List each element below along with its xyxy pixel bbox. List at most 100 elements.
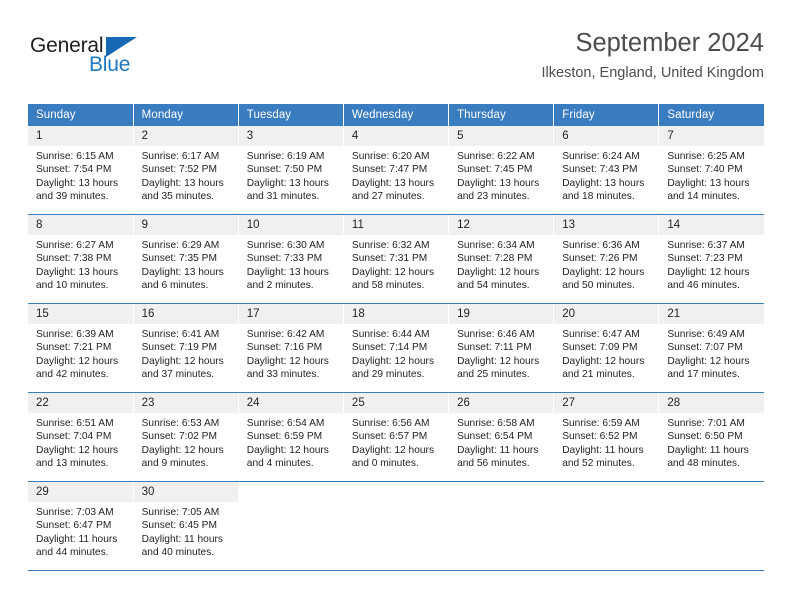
calendar-day-cell[interactable]: 29 Sunrise: 7:03 AM Sunset: 6:47 PM Dayligh… [28,481,134,571]
sunrise-time: Sunrise: 6:25 AM [667,151,745,162]
calendar-day-cell[interactable]: 13 Sunrise: 6:36 AM Sunset: 7:26 PM Dayligh… [553,214,660,304]
day-number [238,482,343,502]
daylight-duration-line1: Daylight: 13 hours [141,266,224,278]
calendar-day-cell[interactable]: 15 Sunrise: 6:39 AM Sunset: 7:21 PM Dayligh… [28,303,134,393]
page-title: September 2024 [575,29,764,57]
sunset-time: Sunset: 7:31 PM [351,253,428,265]
day-details: Sunrise: 6:22 AM Sunset: 7:45 PM Daylight:… [449,146,553,204]
sunrise-time: Sunrise: 6:41 AM [141,329,220,340]
sunrise-time: Sunrise: 6:20 AM [351,151,430,162]
calendar-day-cell[interactable]: 10 Sunrise: 6:30 AM Sunset: 7:33 PM Dayligh… [238,214,344,304]
daylight-duration-line1: Daylight: 12 hours [457,266,540,278]
calendar-day-cell[interactable]: 23 Sunrise: 6:53 AM Sunset: 7:02 PM Dayligh… [133,392,239,482]
daylight-duration-line2: and 37 minutes. [141,369,215,381]
calendar-day-cell[interactable]: 27 Sunrise: 6:59 AM Sunset: 6:52 PM Dayligh… [553,392,660,482]
sunset-time: Sunset: 7:50 PM [246,164,323,176]
daylight-duration-line1: Daylight: 12 hours [351,266,435,278]
sunrise-time: Sunrise: 6:59 AM [562,418,640,429]
calendar-day-cell[interactable]: 1 Sunrise: 6:15 AM Sunset: 7:54 PM Daylight… [28,126,134,215]
day-details: Sunrise: 7:01 AM Sunset: 6:50 PM Daylight:… [659,413,764,471]
sunrise-time: Sunrise: 6:54 AM [246,418,325,429]
calendar-day-cell[interactable]: 9 Sunrise: 6:29 AM Sunset: 7:35 PM Daylight… [133,214,239,304]
daylight-duration-line1: Daylight: 13 hours [36,266,119,278]
day-number: 26 [449,393,554,413]
daylight-duration-line2: and 54 minutes. [457,280,530,292]
calendar-day-cell[interactable]: 14 Sunrise: 6:37 AM Sunset: 7:23 PM Dayligh… [658,214,764,304]
daylight-duration-line1: Daylight: 13 hours [562,177,645,189]
day-number: 28 [659,393,764,413]
sunrise-time: Sunrise: 6:44 AM [351,329,430,340]
day-number: 3 [238,126,343,146]
calendar-day-cell[interactable]: 19 Sunrise: 6:46 AM Sunset: 7:11 PM Dayligh… [448,303,555,393]
calendar-day-cell-empty [343,481,450,571]
daylight-duration-line2: and 46 minutes. [667,280,740,292]
daylight-duration-line2: and 39 minutes. [36,191,109,203]
daylight-duration-line2: and 0 minutes. [351,458,419,470]
calendar-day-cell[interactable]: 3 Sunrise: 6:19 AM Sunset: 7:50 PM Daylight… [238,126,344,215]
daylight-duration-line2: and 13 minutes. [36,458,109,470]
daylight-duration-line1: Daylight: 11 hours [667,444,749,456]
daylight-duration-line2: and 44 minutes. [36,547,109,559]
day-details: Sunrise: 6:44 AM Sunset: 7:14 PM Daylight:… [344,324,448,382]
calendar-day-cell[interactable]: 25 Sunrise: 6:56 AM Sunset: 6:57 PM Dayligh… [343,392,450,482]
general-blue-logo[interactable]: General Blue [28,34,228,86]
day-number: 8 [28,215,133,235]
day-number: 1 [28,126,133,146]
calendar-day-cell-empty [553,481,660,571]
day-details: Sunrise: 6:59 AM Sunset: 6:52 PM Daylight:… [554,413,658,471]
daylight-duration-line1: Daylight: 12 hours [351,444,435,456]
calendar-day-cell[interactable]: 8 Sunrise: 6:27 AM Sunset: 7:38 PM Daylight… [28,214,134,304]
sunset-time: Sunset: 6:50 PM [667,431,743,443]
daylight-duration-line1: Daylight: 12 hours [351,355,435,367]
weekday-header-saturday: Saturday [658,104,764,126]
calendar-day-cell[interactable]: 5 Sunrise: 6:22 AM Sunset: 7:45 PM Daylight… [448,126,555,215]
calendar-day-cell[interactable]: 6 Sunrise: 6:24 AM Sunset: 7:43 PM Daylight… [553,126,660,215]
calendar-day-cell[interactable]: 26 Sunrise: 6:58 AM Sunset: 6:54 PM Dayligh… [448,392,555,482]
daylight-duration-line2: and 50 minutes. [562,280,635,292]
sunrise-time: Sunrise: 6:30 AM [246,240,325,251]
calendar-day-cell[interactable]: 17 Sunrise: 6:42 AM Sunset: 7:16 PM Dayligh… [238,303,344,393]
calendar-day-cell[interactable]: 18 Sunrise: 6:44 AM Sunset: 7:14 PM Dayligh… [343,303,450,393]
day-number [449,482,554,502]
day-number: 29 [28,482,133,502]
daylight-duration-line1: Daylight: 13 hours [141,177,224,189]
day-details [659,502,764,506]
day-number: 30 [133,482,238,502]
sunset-time: Sunset: 6:57 PM [351,431,428,443]
calendar-day-cell[interactable]: 11 Sunrise: 6:32 AM Sunset: 7:31 PM Dayligh… [343,214,450,304]
day-details [554,502,658,506]
sunset-time: Sunset: 7:54 PM [36,164,112,176]
calendar-day-cell[interactable]: 2 Sunrise: 6:17 AM Sunset: 7:52 PM Daylight… [133,126,239,215]
sunset-time: Sunset: 7:43 PM [562,164,638,176]
sunset-time: Sunset: 7:45 PM [457,164,533,176]
daylight-duration-line2: and 21 minutes. [562,369,635,381]
daylight-duration-line1: Daylight: 13 hours [457,177,540,189]
calendar-day-cell[interactable]: 24 Sunrise: 6:54 AM Sunset: 6:59 PM Dayligh… [238,392,344,482]
calendar-day-cell[interactable]: 20 Sunrise: 6:47 AM Sunset: 7:09 PM Dayligh… [553,303,660,393]
day-number: 24 [238,393,343,413]
day-details: Sunrise: 6:53 AM Sunset: 7:02 PM Daylight:… [134,413,238,471]
day-details [344,502,448,506]
calendar-day-cell[interactable]: 12 Sunrise: 6:34 AM Sunset: 7:28 PM Dayligh… [448,214,555,304]
daylight-duration-line2: and 23 minutes. [457,191,530,203]
day-details: Sunrise: 7:05 AM Sunset: 6:45 PM Daylight:… [134,502,238,560]
sunset-time: Sunset: 6:45 PM [141,520,217,532]
calendar-day-cell[interactable]: 4 Sunrise: 6:20 AM Sunset: 7:47 PM Daylight… [343,126,450,215]
daylight-duration-line2: and 58 minutes. [351,280,425,292]
daylight-duration-line1: Daylight: 12 hours [667,355,750,367]
calendar-day-cell[interactable]: 30 Sunrise: 7:05 AM Sunset: 6:45 PM Dayligh… [133,481,239,571]
sunrise-time: Sunrise: 6:53 AM [141,418,220,429]
calendar-day-cell[interactable]: 21 Sunrise: 6:49 AM Sunset: 7:07 PM Dayligh… [658,303,764,393]
calendar-day-cell[interactable]: 22 Sunrise: 6:51 AM Sunset: 7:04 PM Dayligh… [28,392,134,482]
daylight-duration-line2: and 14 minutes. [667,191,740,203]
sunset-time: Sunset: 6:54 PM [457,431,533,443]
daylight-duration-line2: and 10 minutes. [36,280,109,292]
daylight-duration-line1: Daylight: 11 hours [457,444,539,456]
day-details: Sunrise: 6:20 AM Sunset: 7:47 PM Daylight:… [344,146,448,204]
day-number: 7 [659,126,764,146]
calendar-day-cell[interactable]: 28 Sunrise: 7:01 AM Sunset: 6:50 PM Dayligh… [658,392,764,482]
calendar-day-cell[interactable]: 16 Sunrise: 6:41 AM Sunset: 7:19 PM Dayligh… [133,303,239,393]
calendar-week-row: 29 Sunrise: 7:03 AM Sunset: 6:47 PM Dayligh… [28,481,764,571]
calendar-day-cell[interactable]: 7 Sunrise: 6:25 AM Sunset: 7:40 PM Daylight… [658,126,764,215]
day-number: 4 [343,126,449,146]
